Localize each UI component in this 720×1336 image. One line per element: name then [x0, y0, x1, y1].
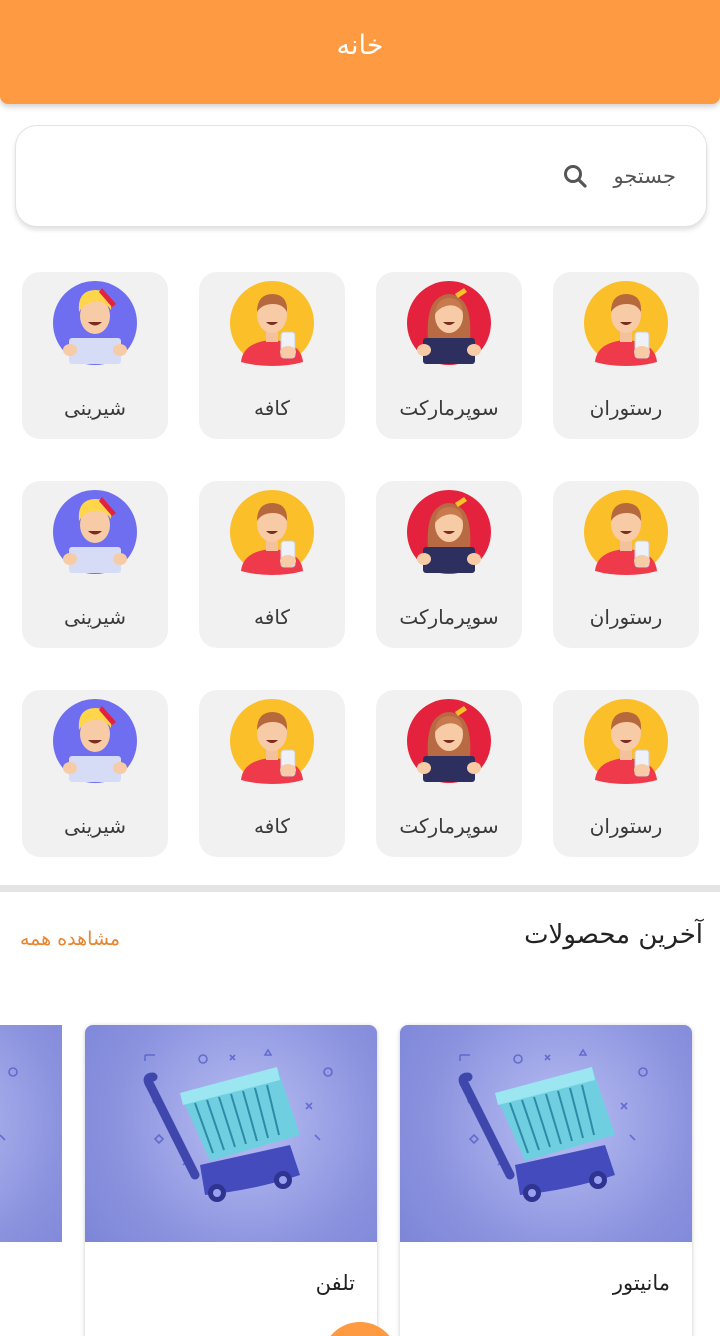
section-divider	[0, 885, 720, 892]
category-card[interactable]: سوپرمارکت	[376, 690, 522, 857]
category-card[interactable]: سوپرمارکت	[376, 272, 522, 439]
category-label: شیرینی	[63, 814, 127, 838]
product-image	[0, 1025, 62, 1242]
search-input[interactable]	[176, 154, 676, 198]
category-label: سوپرمارکت	[399, 814, 499, 838]
avatar	[407, 699, 491, 783]
category-label: کافه	[254, 396, 290, 420]
avatar	[53, 281, 137, 365]
avatar	[583, 489, 669, 575]
category-card[interactable]: رستوران	[553, 481, 699, 648]
app-header: خانه	[0, 0, 720, 104]
search-bar[interactable]	[15, 125, 707, 227]
avatar	[229, 489, 315, 575]
product-image	[400, 1025, 692, 1242]
category-card[interactable]: کافه	[199, 690, 345, 857]
category-label: سوپرمارکت	[399, 605, 499, 629]
category-label: شیرینی	[63, 605, 127, 629]
avatar	[583, 280, 669, 366]
see-all-link[interactable]: مشاهده همه	[20, 928, 120, 950]
category-label: رستوران	[589, 396, 663, 420]
avatar	[407, 281, 491, 365]
category-label: شیرینی	[63, 396, 127, 420]
latest-products-title: آخرین محصولات	[524, 920, 703, 950]
avatar	[407, 490, 491, 574]
product-card[interactable]: تلفن	[85, 1025, 377, 1336]
category-card[interactable]: کافه	[199, 481, 345, 648]
product-name: مانیتور	[612, 1271, 670, 1295]
category-card[interactable]: سوپرمارکت	[376, 481, 522, 648]
category-card[interactable]: رستوران	[553, 690, 699, 857]
product-name: تلفن	[315, 1271, 355, 1295]
category-card[interactable]: شیرینی	[22, 690, 168, 857]
category-card[interactable]: شیرینی	[22, 272, 168, 439]
avatar	[229, 698, 315, 784]
avatar	[53, 490, 137, 574]
product-card[interactable]: مو	[0, 1025, 62, 1336]
page-title: خانه	[336, 30, 384, 61]
category-card[interactable]: شیرینی	[22, 481, 168, 648]
avatar	[583, 698, 669, 784]
category-label: رستوران	[589, 814, 663, 838]
search-icon	[564, 165, 587, 188]
category-label: کافه	[254, 814, 290, 838]
category-card[interactable]: کافه	[199, 272, 345, 439]
product-image	[85, 1025, 377, 1242]
avatar	[229, 280, 315, 366]
avatar	[53, 699, 137, 783]
category-label: سوپرمارکت	[399, 396, 499, 420]
category-card[interactable]: رستوران	[553, 272, 699, 439]
category-label: رستوران	[589, 605, 663, 629]
category-label: کافه	[254, 605, 290, 629]
product-card[interactable]: مانیتور	[400, 1025, 692, 1336]
